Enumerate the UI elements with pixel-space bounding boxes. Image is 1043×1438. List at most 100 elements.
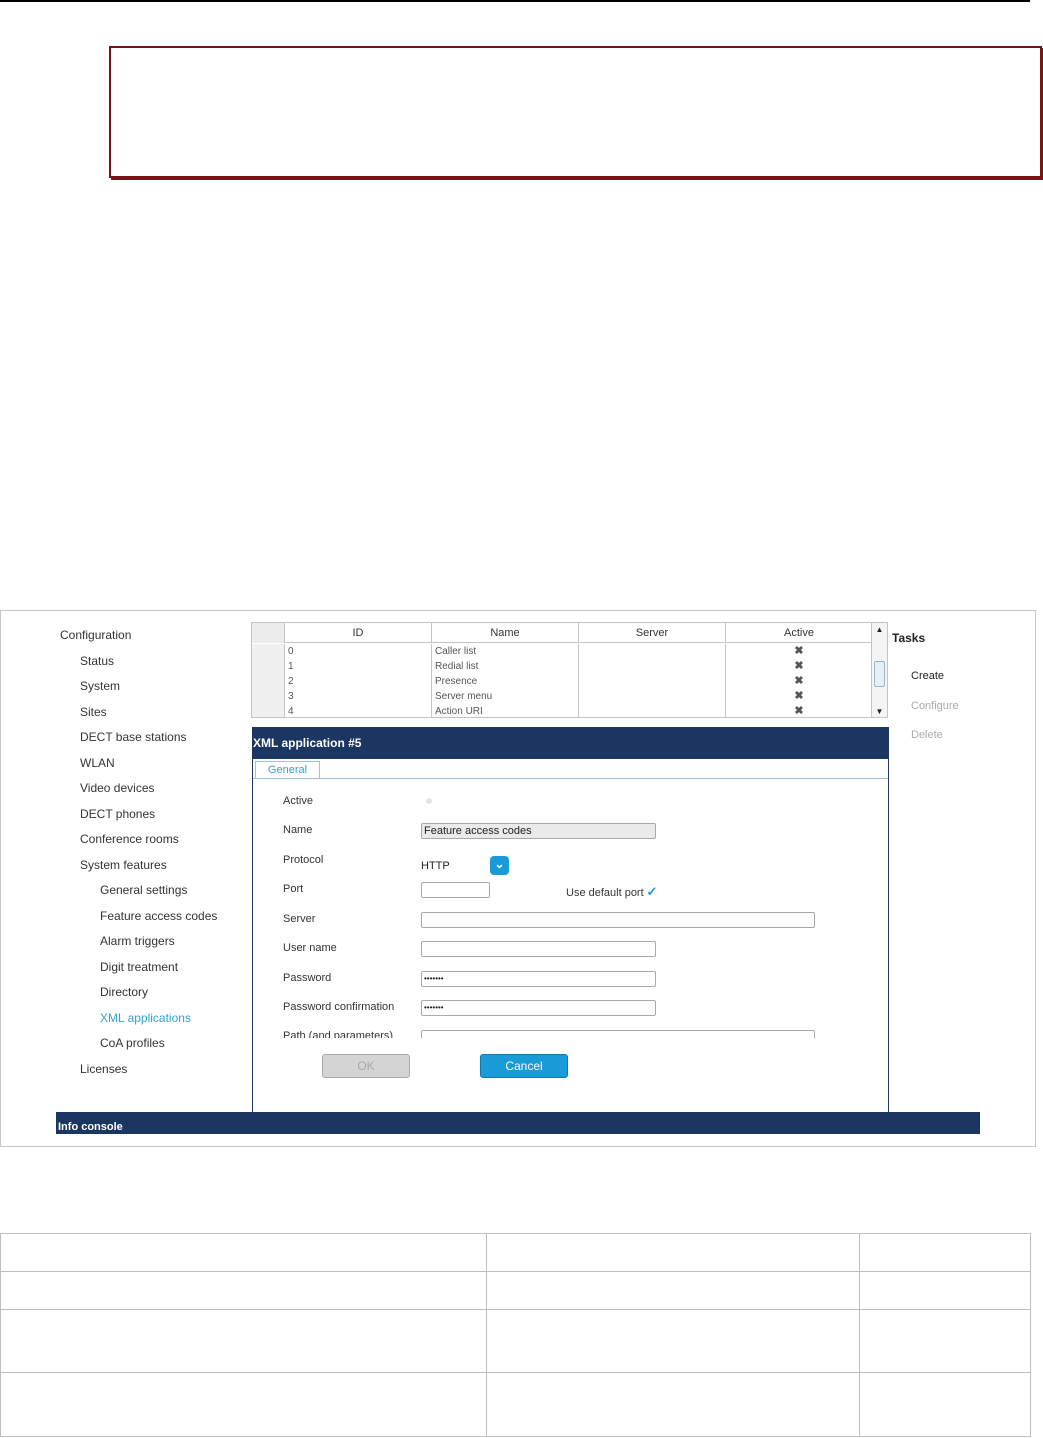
row-selector[interactable] (252, 659, 285, 674)
name-field[interactable]: Feature access codes (421, 823, 656, 839)
task-configure: Configure (911, 700, 959, 712)
nav-item-alarm-triggers[interactable]: Alarm triggers (100, 934, 175, 948)
name-label: Name (283, 824, 313, 836)
chevron-down-icon[interactable]: ⌄ (490, 856, 509, 875)
cell-id: 2 (285, 674, 432, 689)
use-default-port-checkbox[interactable]: ✓ (645, 885, 659, 899)
cell-name: Redial list (432, 659, 579, 674)
nav-item-dect-phones[interactable]: DECT phones (80, 807, 155, 821)
table-header: ID Name Server Active (252, 623, 872, 643)
ok-button: OK (322, 1054, 410, 1078)
table-row[interactable]: 1 Redial list ✖ (252, 659, 872, 674)
inactive-x-icon: ✖ (794, 675, 804, 687)
inactive-x-icon: ✖ (794, 645, 804, 657)
cell-server (579, 674, 726, 689)
row-selector[interactable] (252, 689, 285, 704)
nav-item-digit-treatment[interactable]: Digit treatment (100, 960, 178, 974)
table-row (0, 1309, 1031, 1373)
table-row (0, 1271, 1031, 1310)
column-header-name[interactable]: Name (432, 623, 579, 643)
nav-item-system-features[interactable]: System features (80, 858, 167, 872)
cell-name: Caller list (432, 644, 579, 659)
password-confirm-label: Password confirmation (283, 1001, 395, 1013)
path-label: Path (and parameters) (283, 1030, 394, 1038)
password-confirm-field[interactable]: ••••••• (421, 1000, 656, 1016)
port-field[interactable] (421, 882, 490, 898)
table-row (0, 1372, 1031, 1437)
cell-server (579, 704, 726, 717)
cell-server (579, 689, 726, 704)
active-checkbox[interactable] (426, 798, 432, 804)
cancel-button[interactable]: Cancel (480, 1054, 568, 1078)
cell-name: Server menu (432, 689, 579, 704)
document-table (0, 1233, 1031, 1437)
task-delete: Delete (911, 729, 943, 741)
page-top-rule (0, 0, 1030, 2)
cell-name: Action URI (432, 704, 579, 717)
scroll-up-arrow-icon[interactable]: ▲ (872, 623, 887, 637)
table-row (0, 1233, 1031, 1272)
dialog-title: XML application #5 (253, 728, 888, 759)
scroll-down-arrow-icon[interactable]: ▼ (872, 705, 887, 717)
select-column-header[interactable] (252, 623, 285, 643)
username-label: User name (283, 942, 337, 954)
table-row[interactable]: 3 Server menu ✖ (252, 689, 872, 704)
row-selector[interactable] (252, 644, 285, 659)
column-header-active[interactable]: Active (726, 623, 872, 643)
port-label: Port (283, 883, 304, 895)
nav-item-feature-access-codes[interactable]: Feature access codes (100, 909, 217, 923)
nav-item-configuration[interactable]: Configuration (60, 628, 131, 642)
cell-id: 1 (285, 659, 432, 674)
row-selector[interactable] (252, 674, 285, 689)
use-default-port-label: Use default port (566, 887, 644, 899)
path-field[interactable] (421, 1030, 815, 1038)
cell-id: 3 (285, 689, 432, 704)
task-create[interactable]: Create (911, 670, 944, 682)
scrollbar-thumb[interactable] (874, 661, 885, 687)
inactive-x-icon: ✖ (794, 660, 804, 672)
nav-item-coa-profiles[interactable]: CoA profiles (100, 1036, 165, 1050)
inactive-x-icon: ✖ (794, 705, 804, 717)
general-form: Active Name Feature access codes Protoco… (253, 780, 888, 1038)
cell-server (579, 644, 726, 659)
protocol-label: Protocol (283, 854, 324, 866)
nav-item-system[interactable]: System (80, 679, 120, 693)
tasks-heading: Tasks (892, 631, 926, 645)
config-nav-tree: Configuration Status System Sites DECT b… (1, 611, 249, 1111)
xml-applications-table: ID Name Server Active 0 Caller list ✖ 1 … (251, 622, 888, 718)
xml-application-dialog: XML application #5 General Active Name F… (252, 727, 889, 1113)
row-selector[interactable] (252, 704, 285, 717)
password-field[interactable]: ••••••• (421, 971, 656, 987)
nav-item-video-devices[interactable]: Video devices (80, 781, 155, 795)
info-console-bar[interactable]: Info console (56, 1112, 980, 1134)
active-label: Active (283, 795, 313, 807)
cell-id: 0 (285, 644, 432, 659)
cell-server (579, 659, 726, 674)
table-row[interactable]: 0 Caller list ✖ (252, 644, 872, 659)
nav-item-wlan[interactable]: WLAN (80, 756, 115, 770)
nav-item-licenses[interactable]: Licenses (80, 1062, 127, 1076)
column-header-server[interactable]: Server (579, 623, 726, 643)
inactive-x-icon: ✖ (794, 690, 804, 702)
column-header-id[interactable]: ID (285, 623, 432, 643)
protocol-select-value[interactable]: HTTP (421, 860, 450, 872)
nav-item-status[interactable]: Status (80, 654, 114, 668)
table-row[interactable]: 2 Presence ✖ (252, 674, 872, 689)
table-body: 0 Caller list ✖ 1 Redial list ✖ 2 Presen… (252, 644, 872, 717)
app-screenshot: Configuration Status System Sites DECT b… (0, 610, 1036, 1147)
nav-item-directory[interactable]: Directory (100, 985, 148, 999)
nav-item-general-settings[interactable]: General settings (100, 883, 187, 897)
tab-divider (253, 778, 888, 779)
table-scrollbar[interactable]: ▲ ▼ (871, 623, 887, 717)
table-row[interactable]: 4 Action URI ✖ (252, 704, 872, 717)
nav-item-conference-rooms[interactable]: Conference rooms (80, 832, 179, 846)
tab-general[interactable]: General (255, 761, 320, 779)
note-box (109, 46, 1042, 178)
nav-item-xml-applications[interactable]: XML applications (100, 1011, 191, 1025)
server-label: Server (283, 913, 316, 925)
username-field[interactable] (421, 941, 656, 957)
nav-item-sites[interactable]: Sites (80, 705, 107, 719)
server-field[interactable] (421, 912, 815, 928)
cell-name: Presence (432, 674, 579, 689)
nav-item-dect-base-stations[interactable]: DECT base stations (80, 730, 187, 744)
